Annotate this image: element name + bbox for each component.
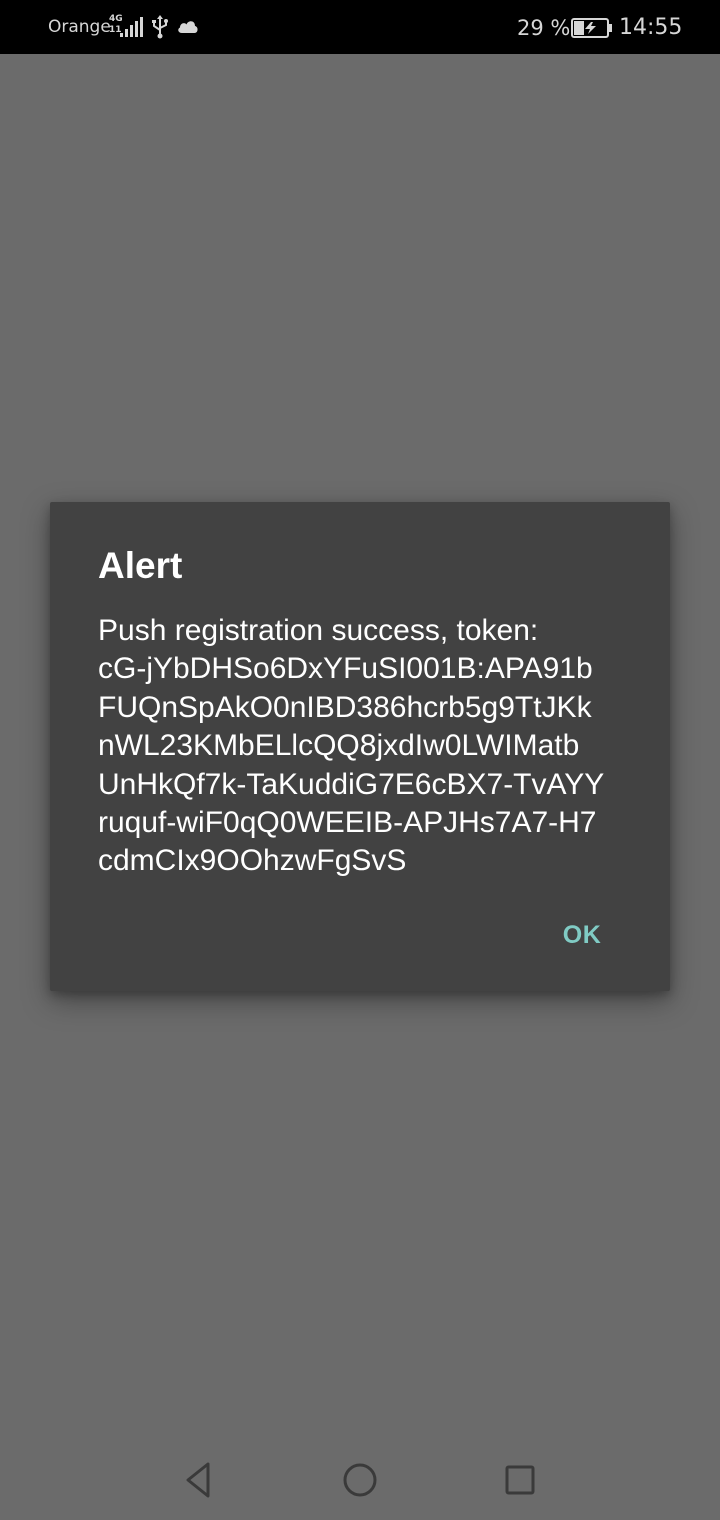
dialog-message-line: cdmCIx9OOhzwFgSvS xyxy=(98,844,407,878)
recents-icon xyxy=(505,1465,535,1495)
back-icon xyxy=(186,1462,210,1498)
home-button[interactable] xyxy=(320,1440,400,1520)
ok-button[interactable]: OK xyxy=(546,910,618,960)
dialog-message-line: cG-jYbDHSo6DxYFuSI001B:APA91b xyxy=(98,652,593,686)
dialog-message-line: nWL23KMbELlcQQ8jxdIw0LWIMatb xyxy=(98,729,580,763)
back-button[interactable] xyxy=(160,1440,240,1520)
battery-charging-icon xyxy=(571,18,612,38)
dialog-message-line: FUQnSpAkO0nIBD386hcrb5g9TtJKk xyxy=(98,690,592,724)
clock: 14:55 xyxy=(619,15,683,40)
dialog-title: Alert xyxy=(98,545,183,586)
dialog-message-line: UnHkQf7k-TaKuddiG7E6cBX7-TvAYY xyxy=(98,767,605,801)
screen: Orange 4G 11 29 % 14:55 Alert Push regis… xyxy=(0,0,720,1520)
navigation-bar xyxy=(0,1440,720,1520)
home-icon xyxy=(343,1463,377,1497)
dialog-message-line: ruquf-wiF0qQ0WEEIB-APJHs7A7-H7 xyxy=(98,806,597,840)
cloud-icon xyxy=(178,21,198,33)
carrier-name: Orange xyxy=(48,17,111,37)
usb-icon xyxy=(152,15,168,39)
battery-percent: 29 % xyxy=(517,16,571,40)
recents-button[interactable] xyxy=(480,1440,560,1520)
dialog-message: Push registration success, token: cG-jYb… xyxy=(98,612,643,881)
dialog-message-line: Push registration success, token: xyxy=(98,614,539,647)
status-bar: Orange 4G 11 29 % 14:55 xyxy=(0,0,720,54)
alert-dialog: Alert Push registration success, token: … xyxy=(50,502,670,991)
signal-icon xyxy=(120,17,143,37)
